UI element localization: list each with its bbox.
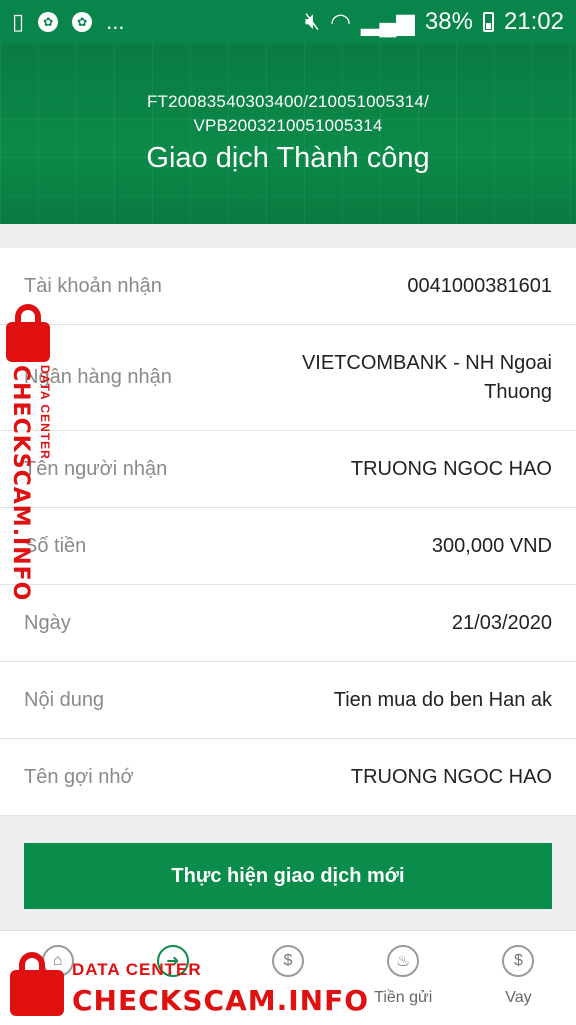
watermark-main: CHECKSCAM.INFO <box>72 984 370 1017</box>
nav-item-loan[interactable]: $ Vay <box>461 931 576 1025</box>
detail-row-amount: Số tiền 300,000 VND <box>0 508 576 585</box>
wifi-icon: ◠ <box>330 8 351 36</box>
reference-line-2: VPB2003210051005314 <box>193 116 383 135</box>
watermark-sub: DATA CENTER <box>72 960 202 979</box>
watermark-side: CHECKSCAM.INFO DATA CENTER <box>6 365 66 601</box>
storage-icon: ▯ <box>12 9 25 34</box>
detail-value: 300,000 VND <box>431 534 552 557</box>
clock: 21:02 <box>503 8 564 35</box>
nav-label: Tiền gửi <box>374 989 433 1006</box>
watermark-main: CHECKSCAM.INFO <box>8 365 33 602</box>
detail-row-date: Ngày 21/03/2020 <box>0 585 576 662</box>
new-transaction-button[interactable]: Thực hiện giao dịch mới <box>24 843 552 909</box>
detail-row-account: Tài khoản nhận 0041000381601 <box>0 248 576 325</box>
detail-value: Tien mua do ben Han ak <box>333 688 552 711</box>
detail-row-recipient: Tên người nhận TRUONG NGOC HAO <box>0 431 576 508</box>
detail-value: TRUONG NGOC HAO <box>350 765 552 788</box>
app-notification-icon: ✿ <box>72 12 93 32</box>
money-bag-icon: $ <box>502 945 535 977</box>
detail-label: Ngày <box>24 611 71 634</box>
piggy-bank-icon: ♨ <box>387 945 420 977</box>
app-notification-icon: ✿ <box>38 12 59 32</box>
detail-row-nickname: Tên gợi nhớ TRUONG NGOC HAO <box>0 739 576 816</box>
transaction-details: Tài khoản nhận 0041000381601 Ngân hàng n… <box>0 248 576 816</box>
detail-value: TRUONG NGOC HAO <box>350 457 552 480</box>
detail-value: 0041000381601 <box>407 274 552 297</box>
detail-row-content: Nội dung Tien mua do ben Han ak <box>0 662 576 739</box>
reference-line-1: FT20083540303400/210051005314/ <box>146 92 430 111</box>
battery-percent: 38% <box>424 8 473 35</box>
watermark-lock-icon <box>6 304 50 362</box>
transaction-header: FT20083540303400/210051005314/ VPB200321… <box>0 44 576 224</box>
battery-icon <box>482 12 494 32</box>
detail-label: Tài khoản nhận <box>24 274 162 297</box>
status-bar: ▯ ✿ ✿ ... 🔇︎ ◠ ▂▄▆ 38% 21:02 <box>0 0 576 44</box>
signal-icon: ▂▄▆ <box>360 8 415 36</box>
detail-label: Tên gợi nhớ <box>24 765 134 788</box>
detail-label: Nội dung <box>24 688 105 711</box>
page-title: Giao dịch Thành công <box>146 142 430 174</box>
detail-value: VIETCOMBANK - NH Ngoai Thuong <box>301 351 552 403</box>
more-notifications: ... <box>106 9 125 34</box>
watermark-sub: DATA CENTER <box>38 365 52 460</box>
payment-icon: $ <box>272 945 304 977</box>
nav-label: Vay <box>505 989 532 1006</box>
watermark-lock-icon <box>10 952 64 1016</box>
detail-value: 21/03/2020 <box>451 611 552 634</box>
detail-row-bank: Ngân hàng nhận VIETCOMBANK - NH Ngoai Th… <box>0 325 576 431</box>
mute-icon: 🔇︎ <box>304 8 321 35</box>
